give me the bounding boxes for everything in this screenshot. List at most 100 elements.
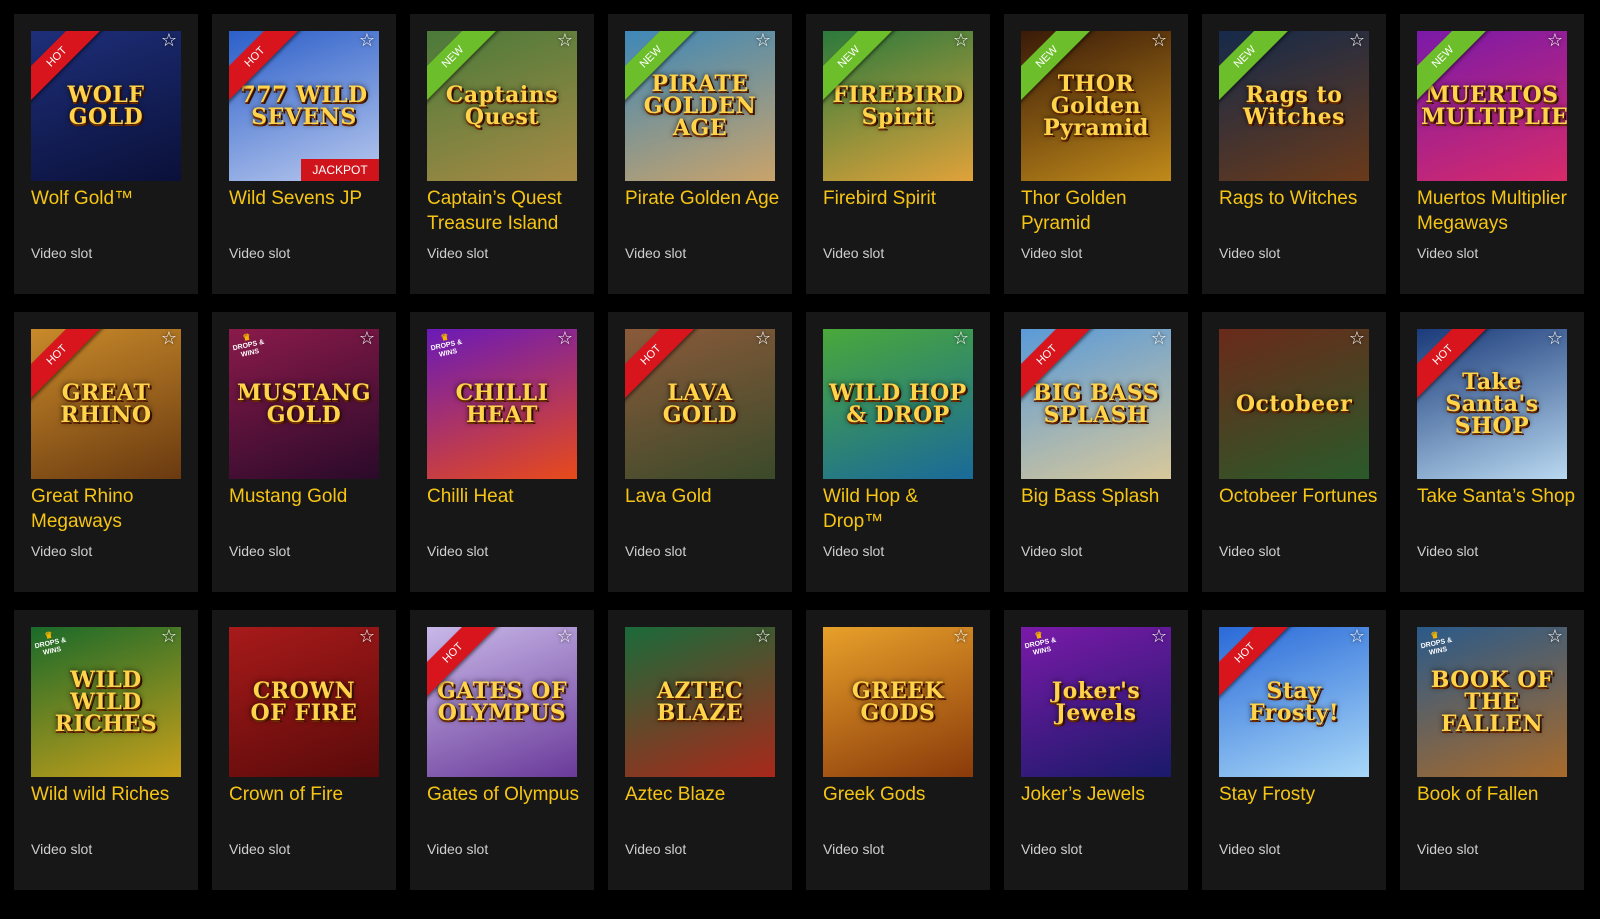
game-card[interactable]: Take Santa's SHOP HOT ☆ Take Santa’s Shop Vi… — [1400, 312, 1584, 592]
game-card[interactable]: LAVA GOLD HOT ☆ Lava Gold Video slot — [608, 312, 792, 592]
game-card[interactable]: GATES OF OLYMPUS HOT ☆ Gates of Olympus Vide… — [410, 610, 594, 890]
game-title[interactable]: Aztec Blaze — [625, 782, 785, 807]
game-card[interactable]: FIREBIRD Spirit NEW ☆ Firebird Spirit Video … — [806, 14, 990, 294]
game-title[interactable]: Great Rhino Megaways — [31, 484, 191, 534]
game-card[interactable]: WILD HOP & DROP ☆ Wild Hop & Drop™ Video sl… — [806, 312, 990, 592]
game-thumbnail[interactable]: BIG BASS SPLASH HOT ☆ — [1021, 329, 1171, 479]
favorite-star-icon[interactable]: ☆ — [555, 627, 575, 647]
favorite-star-icon[interactable]: ☆ — [1149, 329, 1169, 349]
favorite-star-icon[interactable]: ☆ — [753, 329, 773, 349]
game-thumbnail[interactable]: AZTEC BLAZE ☆ — [625, 627, 775, 777]
game-card[interactable]: PIRATE GOLDEN AGE NEW ☆ Pirate Golden Age Vi… — [608, 14, 792, 294]
favorite-star-icon[interactable]: ☆ — [1545, 329, 1565, 349]
game-card[interactable]: THOR Golden Pyramid NEW ☆ Thor Golden Pyram… — [1004, 14, 1188, 294]
favorite-star-icon[interactable]: ☆ — [555, 329, 575, 349]
game-thumbnail[interactable]: WOLF GOLD HOT ☆ — [31, 31, 181, 181]
game-title[interactable]: Chilli Heat — [427, 484, 587, 509]
favorite-star-icon[interactable]: ☆ — [951, 31, 971, 51]
game-title[interactable]: Gates of Olympus — [427, 782, 587, 807]
game-thumbnail[interactable]: CHILLI HEAT ♛ DROPS & WINS ☆ — [427, 329, 577, 479]
favorite-star-icon[interactable]: ☆ — [951, 627, 971, 647]
game-thumbnail[interactable]: FIREBIRD Spirit NEW ☆ — [823, 31, 973, 181]
game-card[interactable]: Rags to Witches NEW ☆ Rags to Witches Video … — [1202, 14, 1386, 294]
game-thumbnail[interactable]: PIRATE GOLDEN AGE NEW ☆ — [625, 31, 775, 181]
game-thumbnail[interactable]: WILD HOP & DROP ☆ — [823, 329, 973, 479]
game-title[interactable]: Pirate Golden Age — [625, 186, 785, 211]
game-thumbnail[interactable]: Stay Frosty! HOT ☆ — [1219, 627, 1369, 777]
favorite-star-icon[interactable]: ☆ — [1149, 31, 1169, 51]
favorite-star-icon[interactable]: ☆ — [357, 329, 377, 349]
game-title[interactable]: Octobeer Fortunes — [1219, 484, 1379, 509]
game-thumbnail[interactable]: MUSTANG GOLD ♛ DROPS & WINS ☆ — [229, 329, 379, 479]
game-thumbnail[interactable]: 777 WILD SEVENS HOT JACKPOT ☆ — [229, 31, 379, 181]
thumbnail-logo-text: FIREBIRD Spirit — [832, 82, 964, 130]
favorite-star-icon[interactable]: ☆ — [1347, 329, 1367, 349]
thumbnail-logo-text: MUERTOS MULTIPLIER — [1421, 82, 1567, 130]
game-thumbnail[interactable]: WILD WILD RICHES ♛ DROPS & WINS ☆ — [31, 627, 181, 777]
favorite-star-icon[interactable]: ☆ — [357, 627, 377, 647]
game-title[interactable]: Wild wild Riches — [31, 782, 191, 807]
game-card[interactable]: Stay Frosty! HOT ☆ Stay Frosty Video slot — [1202, 610, 1386, 890]
favorite-star-icon[interactable]: ☆ — [357, 31, 377, 51]
game-title[interactable]: Crown of Fire — [229, 782, 389, 807]
game-card[interactable]: WOLF GOLD HOT ☆ Wolf Gold™ Video slot — [14, 14, 198, 294]
game-card[interactable]: GREAT RHINO HOT ☆ Great Rhino Megaways Video… — [14, 312, 198, 592]
game-title[interactable]: Captain’s Quest Treasure Island — [427, 186, 587, 236]
game-thumbnail[interactable]: THOR Golden Pyramid NEW ☆ — [1021, 31, 1171, 181]
game-title[interactable]: Stay Frosty — [1219, 782, 1379, 807]
game-title[interactable]: Rags to Witches — [1219, 186, 1379, 211]
game-card[interactable]: Octobeer ☆ Octobeer Fortunes Video slot — [1202, 312, 1386, 592]
favorite-star-icon[interactable]: ☆ — [1149, 627, 1169, 647]
game-thumbnail[interactable]: BOOK OF THE FALLEN ♛ DROPS & WINS ☆ — [1417, 627, 1567, 777]
favorite-star-icon[interactable]: ☆ — [951, 329, 971, 349]
game-title[interactable]: Wild Hop & Drop™ — [823, 484, 983, 534]
game-title[interactable]: Wolf Gold™ — [31, 186, 191, 211]
game-thumbnail[interactable]: Octobeer ☆ — [1219, 329, 1369, 479]
game-title[interactable]: Wild Sevens JP — [229, 186, 389, 211]
favorite-star-icon[interactable]: ☆ — [159, 329, 179, 349]
game-thumbnail[interactable]: Rags to Witches NEW ☆ — [1219, 31, 1369, 181]
favorite-star-icon[interactable]: ☆ — [159, 31, 179, 51]
game-card[interactable]: BIG BASS SPLASH HOT ☆ Big Bass Splash Video … — [1004, 312, 1188, 592]
favorite-star-icon[interactable]: ☆ — [753, 627, 773, 647]
game-thumbnail[interactable]: GREEK GODS ☆ — [823, 627, 973, 777]
favorite-star-icon[interactable]: ☆ — [555, 31, 575, 51]
game-card[interactable]: AZTEC BLAZE ☆ Aztec Blaze Video slot — [608, 610, 792, 890]
game-title[interactable]: Lava Gold — [625, 484, 785, 509]
game-title[interactable]: Joker’s Jewels — [1021, 782, 1181, 807]
game-title[interactable]: Greek Gods — [823, 782, 983, 807]
favorite-star-icon[interactable]: ☆ — [1347, 31, 1367, 51]
game-card[interactable]: WILD WILD RICHES ♛ DROPS & WINS ☆ Wild wild … — [14, 610, 198, 890]
game-title[interactable]: Big Bass Splash — [1021, 484, 1181, 509]
game-thumbnail[interactable]: Take Santa's SHOP HOT ☆ — [1417, 329, 1567, 479]
favorite-star-icon[interactable]: ☆ — [159, 627, 179, 647]
game-thumbnail[interactable]: GATES OF OLYMPUS HOT ☆ — [427, 627, 577, 777]
game-title[interactable]: Muertos Multiplier Megaways — [1417, 186, 1577, 236]
game-card[interactable]: Captains Quest NEW ☆ Captain’s Quest Treasu… — [410, 14, 594, 294]
game-title[interactable]: Thor Golden Pyramid — [1021, 186, 1181, 236]
game-card[interactable]: CHILLI HEAT ♛ DROPS & WINS ☆ Chilli Heat Vide… — [410, 312, 594, 592]
game-thumbnail[interactable]: CROWN OF FIRE ☆ — [229, 627, 379, 777]
game-card[interactable]: CROWN OF FIRE ☆ Crown of Fire Video slot — [212, 610, 396, 890]
game-card[interactable]: MUERTOS MULTIPLIERNEW☆Muertos Multiplier… — [1400, 14, 1584, 294]
game-card[interactable]: 777 WILD SEVENS HOT JACKPOT ☆ Wild Sevens JP… — [212, 14, 396, 294]
game-title[interactable]: Take Santa’s Shop — [1417, 484, 1577, 509]
game-title[interactable]: Firebird Spirit — [823, 186, 983, 211]
game-thumbnail[interactable]: GREAT RHINO HOT ☆ — [31, 329, 181, 479]
game-card[interactable]: Joker's Jewels ♛ DROPS & WINS ☆ Joker’s Jewe… — [1004, 610, 1188, 890]
game-card[interactable]: GREEK GODS ☆ Greek Gods Video slot — [806, 610, 990, 890]
game-card[interactable]: BOOK OF THE FALLEN ♛ DROPS & WINS ☆ Book of … — [1400, 610, 1584, 890]
game-title[interactable]: Book of Fallen — [1417, 782, 1577, 807]
favorite-star-icon[interactable]: ☆ — [753, 31, 773, 51]
favorite-star-icon[interactable]: ☆ — [1545, 627, 1565, 647]
game-card[interactable]: MUSTANG GOLD ♛ DROPS & WINS ☆ Mustang Gold Vi… — [212, 312, 396, 592]
game-thumbnail[interactable]: LAVA GOLD HOT ☆ — [625, 329, 775, 479]
favorite-star-icon[interactable]: ☆ — [1545, 31, 1565, 51]
game-title[interactable]: Mustang Gold — [229, 484, 389, 509]
game-thumbnail[interactable]: Captains Quest NEW ☆ — [427, 31, 577, 181]
game-thumbnail[interactable]: Joker's Jewels ♛ DROPS & WINS ☆ — [1021, 627, 1171, 777]
favorite-star-icon[interactable]: ☆ — [1347, 627, 1367, 647]
thumbnail-logo-text: CHILLI HEAT — [455, 380, 549, 428]
game-thumbnail[interactable]: MUERTOS MULTIPLIERNEW☆ — [1417, 31, 1567, 181]
game-type: Video slot — [1417, 841, 1479, 857]
